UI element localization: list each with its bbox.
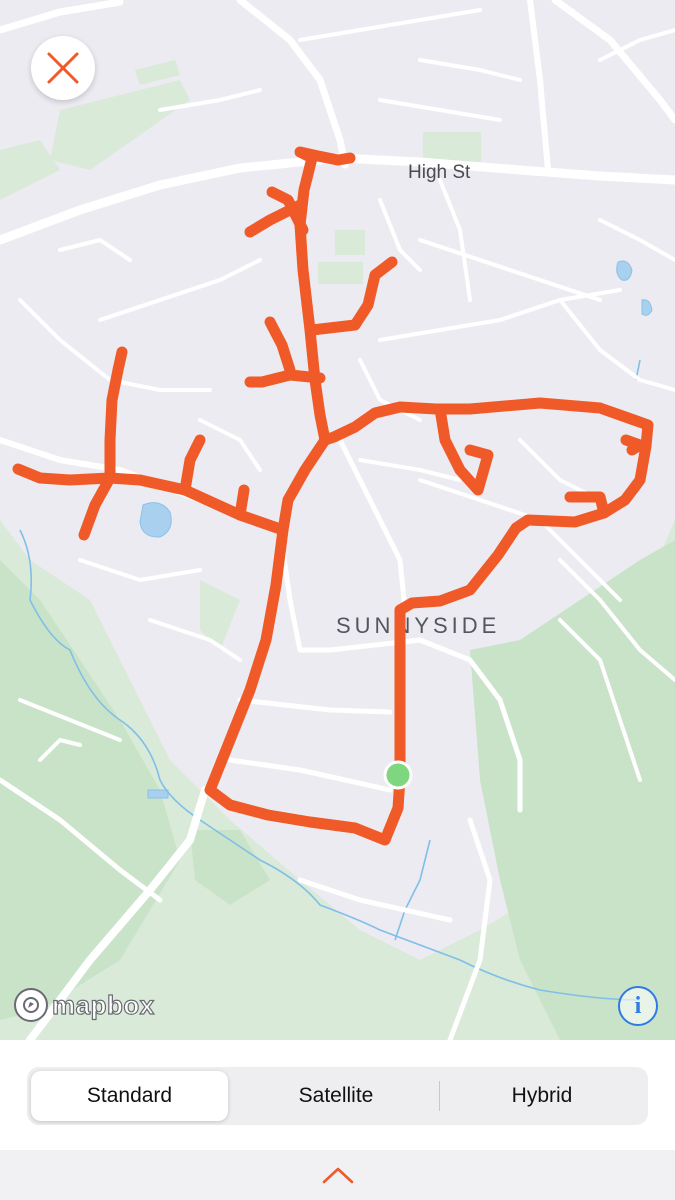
map-style-standard[interactable]: Standard [31, 1071, 228, 1121]
mapbox-logo-icon [14, 988, 48, 1022]
close-button[interactable] [31, 36, 95, 100]
map-style-selector: Standard Satellite Hybrid [27, 1067, 648, 1125]
area-label-sunnyside: SUNNYSIDE [336, 613, 500, 638]
expand-panel-button[interactable] [0, 1150, 675, 1200]
mapbox-attribution[interactable]: mapbox [14, 988, 155, 1022]
chevron-up-icon [322, 1167, 353, 1184]
segment-divider [439, 1081, 440, 1111]
street-label-high-st: High St [408, 162, 471, 183]
close-icon [47, 52, 79, 84]
map-base-layer: High St SUNNYSIDE [0, 0, 675, 1040]
map-style-hybrid[interactable]: Hybrid [442, 1067, 642, 1125]
map-style-satellite[interactable]: Satellite [236, 1067, 436, 1125]
info-icon: i [634, 992, 642, 1019]
info-button[interactable]: i [618, 986, 658, 1026]
map-view[interactable]: High St SUNNYSIDE mapbox i [0, 0, 675, 1040]
start-marker [383, 760, 413, 790]
mapbox-wordmark: mapbox [51, 989, 155, 1020]
